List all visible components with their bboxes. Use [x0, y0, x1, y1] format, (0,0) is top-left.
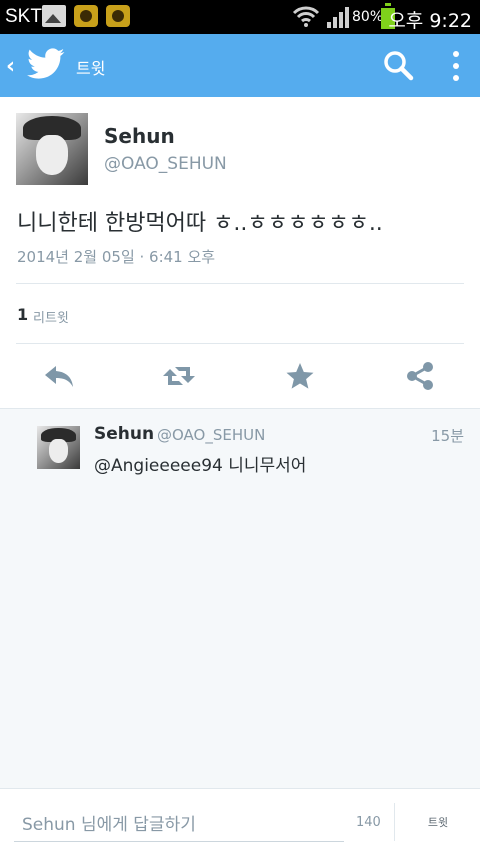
divider [16, 343, 464, 344]
avatar[interactable] [37, 426, 80, 469]
more-vert-icon[interactable] [448, 48, 464, 84]
action-bar: ‹ 트윗 [0, 34, 480, 97]
reply-icon[interactable] [42, 358, 78, 394]
retweet-icon[interactable] [161, 358, 197, 394]
avatar[interactable] [16, 113, 88, 185]
favorite-star-icon[interactable] [282, 358, 318, 394]
battery-percent: 80% [352, 9, 384, 25]
status-bar: SKT 80% 오후 9:22 [0, 0, 480, 34]
reply-text[interactable]: @Angieeeee94 니니무서어 [94, 451, 306, 476]
clock: 오후 9:22 [388, 10, 472, 32]
search-icon[interactable] [382, 49, 414, 81]
retweet-label[interactable]: 리트윗 [33, 307, 69, 326]
app-notification-icon [74, 5, 98, 27]
retweet-count[interactable]: 1 [17, 305, 28, 324]
tweet-text: 니니한테 한방먹어따 ㅎ..ㅎㅎㅎㅎㅎㅎ.. [17, 211, 383, 236]
reply-author-name[interactable]: Sehun [94, 424, 154, 444]
tweet-button[interactable]: 트윗 [396, 805, 480, 839]
share-icon[interactable] [402, 358, 438, 394]
page-title: 트윗 [76, 59, 106, 78]
char-counter: 140 [356, 815, 381, 830]
gallery-notification-icon [42, 5, 66, 27]
chevron-left-icon[interactable]: ‹ [6, 54, 15, 79]
tweet-timestamp: 2014년 2월 05일 · 6:41 오후 [17, 248, 216, 266]
reply-compose-bar: 140 트윗 [0, 788, 480, 853]
author-name[interactable]: Sehun [104, 124, 175, 148]
wifi-icon [292, 6, 320, 27]
divider [394, 803, 395, 841]
reply-time: 15분 [431, 427, 464, 445]
reply-input[interactable] [14, 802, 344, 842]
reply-author-handle[interactable]: @OAO_SEHUN [157, 426, 265, 444]
divider [16, 283, 464, 284]
twitter-bird-icon[interactable] [27, 47, 65, 81]
carrier-label: SKT [5, 6, 42, 27]
signal-strength-icon [327, 7, 349, 28]
app-notification-icon [106, 5, 130, 27]
author-handle[interactable]: @OAO_SEHUN [104, 154, 227, 174]
